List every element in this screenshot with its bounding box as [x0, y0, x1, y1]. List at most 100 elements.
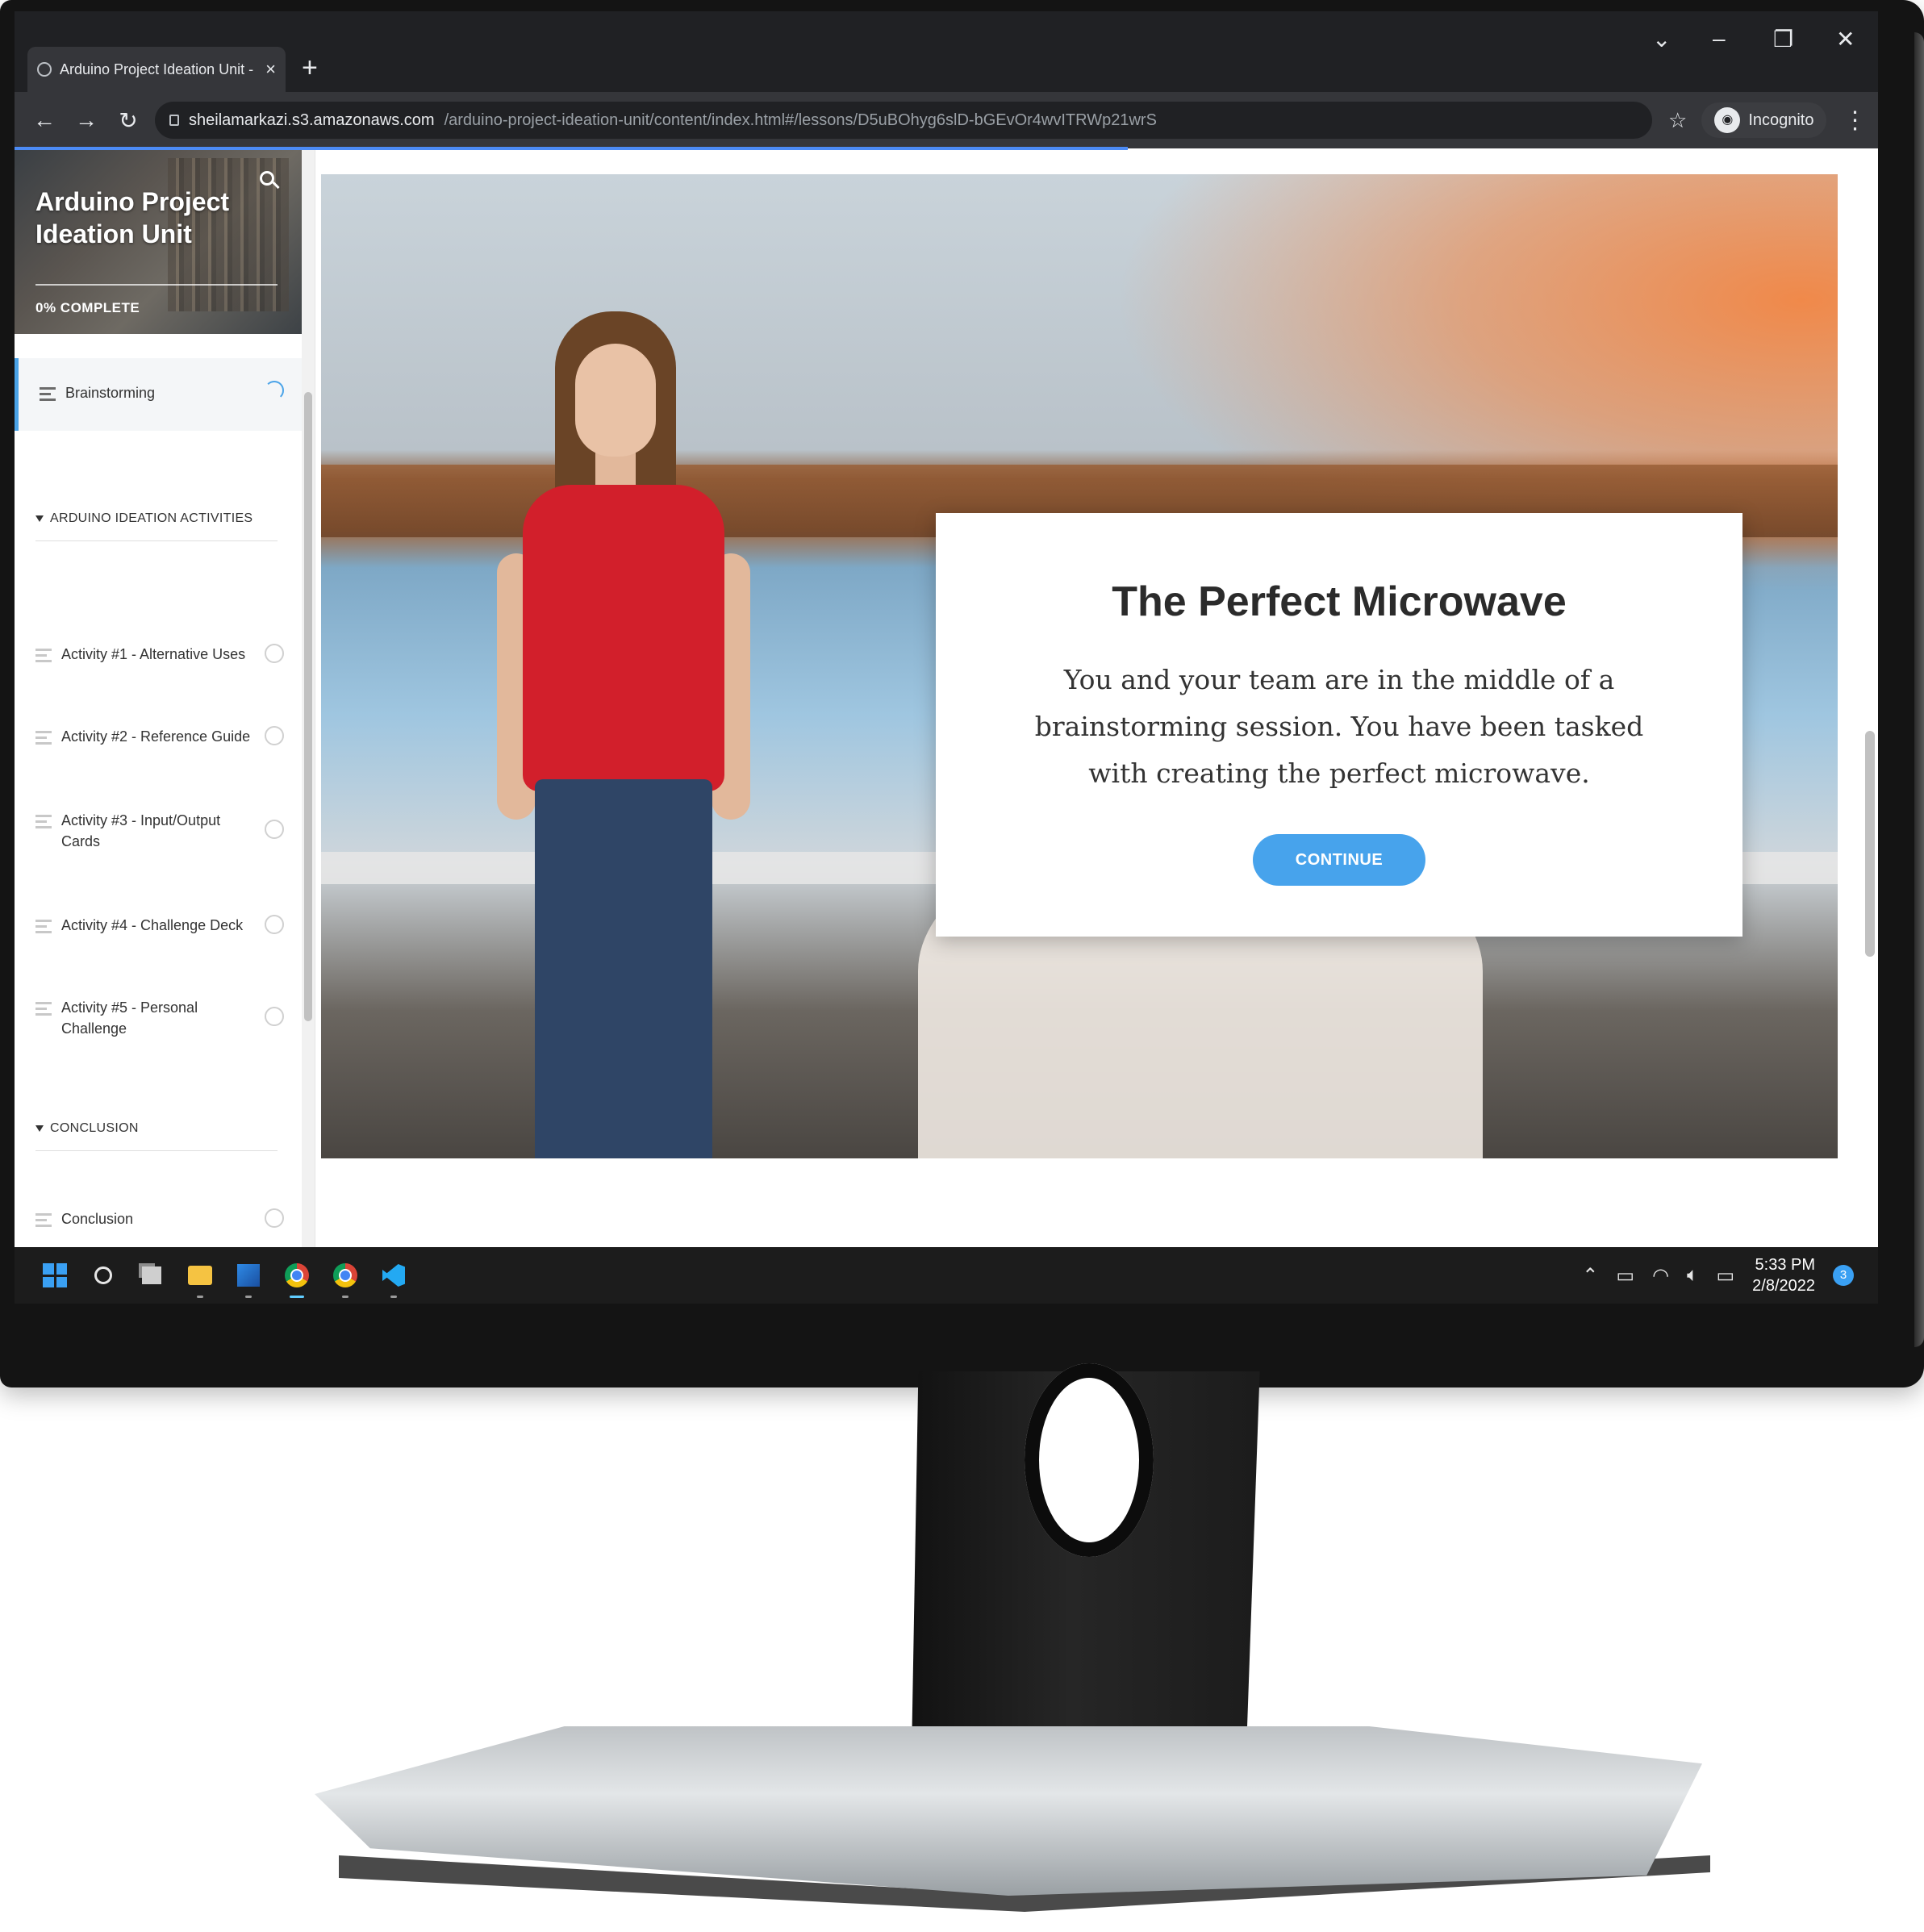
sidebar-lesson-activity-1[interactable]: Activity #1 - Alternative Uses	[15, 644, 302, 666]
incognito-label: Incognito	[1748, 111, 1814, 129]
section-title: ARDUINO IDEATION ACTIVITIES	[50, 511, 253, 525]
clock-date: 2/8/2022	[1752, 1277, 1815, 1295]
clock[interactable]: 5:33 PM 2/8/2022	[1752, 1254, 1815, 1296]
address-bar[interactable]: sheilamarkazi.s3.amazonaws.com/arduino-p…	[155, 102, 1652, 139]
incomplete-circle-icon	[265, 820, 284, 839]
lesson-label: Conclusion	[61, 1211, 134, 1227]
url-host: sheilamarkazi.s3.amazonaws.com	[189, 111, 435, 129]
loading-spinner-icon	[265, 381, 284, 400]
tab-title: Arduino Project Ideation Unit - B	[60, 61, 258, 77]
new-tab-button[interactable]: +	[302, 52, 318, 84]
incomplete-circle-icon	[265, 915, 284, 934]
reload-button[interactable]: ↻	[116, 107, 140, 134]
lesson-lines-icon	[40, 387, 56, 404]
browser-tab[interactable]: Arduino Project Ideation Unit - B ×	[27, 47, 286, 92]
scenario-background-image: The Perfect Microwave You and your team …	[321, 174, 1838, 1158]
address-toolbar: ← → ↻ sheilamarkazi.s3.amazonaws.com/ard…	[15, 92, 1878, 148]
sidebar-lesson-activity-2[interactable]: Activity #2 - Reference Guide	[15, 726, 302, 748]
tab-close-icon[interactable]: ×	[265, 59, 276, 80]
start-icon[interactable]	[37, 1258, 73, 1293]
incognito-icon: ◉	[1714, 107, 1741, 133]
sidebar-lesson-activity-3[interactable]: Activity #3 - Input/Output Cards	[15, 810, 302, 852]
web-page: Arduino Project Ideation Unit 0% COMPLET…	[15, 150, 1878, 1247]
collapse-triangle-icon	[35, 515, 44, 522]
lesson-lines-icon	[35, 1002, 52, 1019]
section-heading[interactable]: CONCLUSION	[35, 1121, 278, 1136]
system-tray: ⌃ ▭ ◠ 🔈︎ ▭ 5:33 PM 2/8/2022 3	[1582, 1254, 1878, 1296]
sidebar-lesson-activity-5[interactable]: Activity #5 - Personal Challenge	[15, 997, 302, 1039]
lesson-lines-icon	[35, 920, 52, 937]
sidebar-lesson-conclusion[interactable]: Conclusion	[15, 1208, 302, 1230]
lesson-label: Activity #3 - Input/Output Cards	[61, 812, 221, 849]
screen: Arduino Project Ideation Unit - B × + ⌄ …	[15, 11, 1878, 1304]
url-path: /arduino-project-ideation-unit/content/i…	[444, 111, 1157, 129]
lesson-label: Brainstorming	[65, 385, 156, 401]
windows-taskbar: ⌃ ▭ ◠ 🔈︎ ▭ 5:33 PM 2/8/2022 3	[15, 1247, 1878, 1304]
course-title[interactable]: Arduino Project Ideation Unit	[35, 186, 229, 250]
monitor-frame: Arduino Project Ideation Unit - B × + ⌄ …	[0, 0, 1924, 1387]
volume-icon[interactable]: 🔈︎	[1687, 1264, 1698, 1287]
progress-bar	[35, 284, 278, 286]
search-icon[interactable]	[260, 171, 281, 192]
monitor-stand-cable-hole	[1025, 1363, 1154, 1557]
dialog-body: You and your team are in the middle of a…	[1034, 664, 1644, 789]
globe-icon	[37, 62, 52, 77]
wifi-icon[interactable]: ◠	[1652, 1264, 1669, 1287]
incognito-profile-button[interactable]: ◉ Incognito	[1701, 102, 1827, 138]
sidebar-lesson-activity-4[interactable]: Activity #4 - Challenge Deck	[15, 915, 302, 937]
lesson-lines-icon	[35, 731, 52, 748]
continue-button[interactable]: CONTINUE	[1253, 834, 1425, 886]
bookmark-star-icon[interactable]: ☆	[1668, 108, 1687, 133]
page-scrollbar[interactable]	[1862, 150, 1878, 1247]
progress-label: 0% COMPLETE	[35, 300, 140, 315]
incomplete-circle-icon	[265, 644, 284, 663]
incomplete-circle-icon	[265, 1208, 284, 1228]
chrome-incognito-icon[interactable]	[328, 1258, 363, 1298]
incomplete-circle-icon	[265, 726, 284, 745]
section-title: CONCLUSION	[50, 1121, 139, 1135]
restore-button[interactable]: ❐	[1773, 26, 1793, 52]
search-icon[interactable]	[86, 1258, 121, 1293]
course-sidebar: Arduino Project Ideation Unit 0% COMPLET…	[15, 150, 315, 1247]
incomplete-circle-icon	[265, 1007, 284, 1026]
scenario-dialog: The Perfect Microwave You and your team …	[936, 513, 1742, 937]
section-divider	[35, 1150, 278, 1151]
lesson-lines-icon	[35, 815, 52, 832]
lesson-label: Activity #4 - Challenge Deck	[61, 917, 244, 933]
chevron-up-icon[interactable]: ⌃	[1582, 1264, 1598, 1287]
lesson-lines-icon	[35, 649, 52, 666]
lesson-label: Activity #2 - Reference Guide	[61, 728, 251, 745]
section-heading[interactable]: ARDUINO IDEATION ACTIVITIES	[35, 511, 278, 526]
lesson-content: The Perfect Microwave You and your team …	[321, 150, 1878, 1247]
tab-search-icon[interactable]: ⌄	[1652, 26, 1671, 52]
page-scroll-thumb[interactable]	[1865, 731, 1875, 957]
vscode-icon[interactable]	[376, 1258, 411, 1298]
photos-icon[interactable]	[231, 1258, 266, 1298]
file-explorer-icon[interactable]	[182, 1258, 218, 1298]
browser-title-bar: Arduino Project Ideation Unit - B × + ⌄ …	[15, 11, 1878, 92]
sidebar-lesson-brainstorming[interactable]: Brainstorming	[15, 358, 302, 431]
lesson-label: Activity #5 - Personal Challenge	[61, 999, 198, 1037]
tablet-mode-icon[interactable]: ▭	[1616, 1264, 1634, 1287]
sidebar-scroll-thumb[interactable]	[304, 392, 312, 1021]
section-divider	[35, 540, 278, 541]
close-window-button[interactable]: ✕	[1836, 26, 1855, 52]
forward-button[interactable]: →	[74, 107, 98, 133]
chrome-icon[interactable]	[279, 1258, 315, 1298]
sidebar-scrollbar[interactable]	[302, 150, 315, 1247]
lesson-lines-icon	[35, 1213, 52, 1230]
lock-icon[interactable]	[169, 115, 179, 126]
task-view-icon[interactable]	[134, 1258, 169, 1293]
battery-icon[interactable]: ▭	[1716, 1264, 1734, 1287]
lesson-label: Activity #1 - Alternative Uses	[61, 646, 246, 662]
monitor-edge	[1914, 32, 1924, 1347]
course-header: Arduino Project Ideation Unit 0% COMPLET…	[15, 150, 302, 334]
browser-menu-icon[interactable]: ⋮	[1843, 106, 1867, 135]
minimize-button[interactable]: –	[1713, 26, 1726, 52]
back-button[interactable]: ←	[32, 107, 56, 133]
presenter-figure	[490, 311, 757, 1158]
notification-badge[interactable]: 3	[1833, 1265, 1854, 1286]
collapse-triangle-icon	[35, 1125, 44, 1132]
dialog-title: The Perfect Microwave	[1112, 578, 1567, 625]
clock-time: 5:33 PM	[1755, 1256, 1815, 1274]
